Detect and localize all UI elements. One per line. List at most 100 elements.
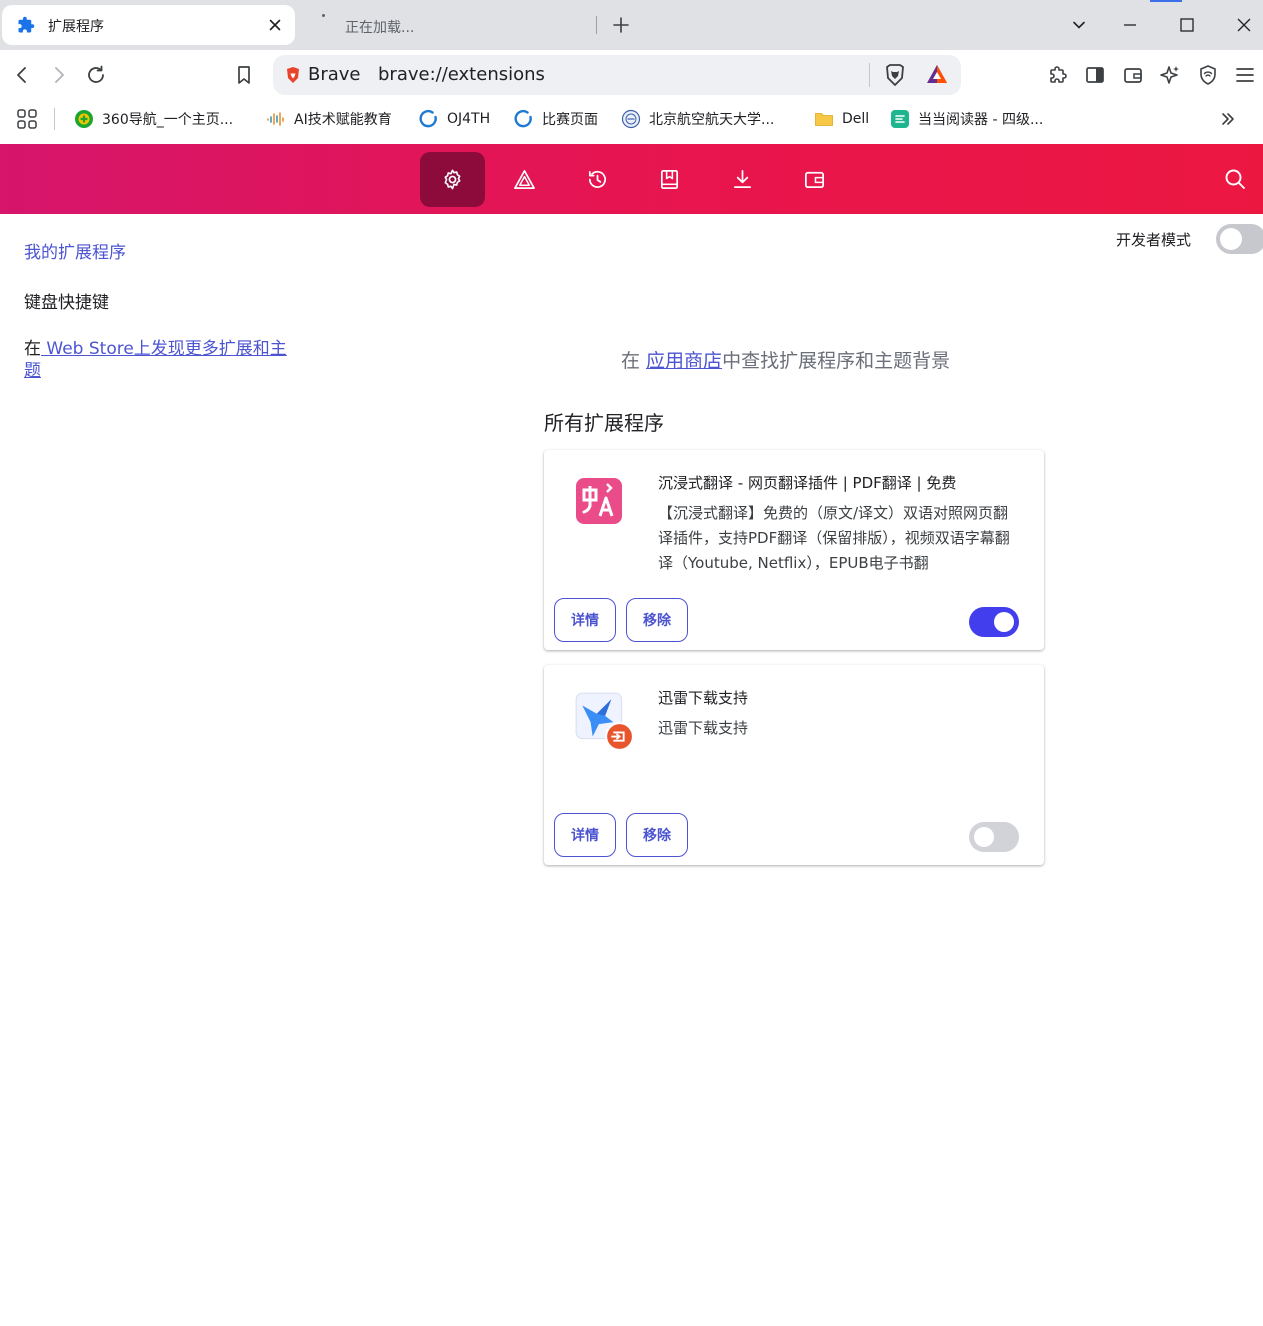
bookmarks-book-icon [660, 170, 679, 189]
details-button[interactable]: 详情 [554, 598, 616, 642]
extension-name: 沉浸式翻译 - 网页翻译插件 | PDF翻译 | 免费 [658, 474, 957, 492]
all-extensions-heading: 所有扩展程序 [544, 411, 664, 435]
forward-icon[interactable] [47, 63, 71, 87]
extension-description: 【沉浸式翻译】免费的（原文/译文）双语对照网页翻译插件，支持PDF翻译（保留排版… [658, 504, 1010, 572]
omnibox-brand: Brave [308, 64, 361, 85]
sidebar-icon[interactable] [1083, 63, 1107, 87]
download-icon [733, 170, 752, 189]
find-in-store-line: 在 应用商店中查找扩展程序和主题背景 [621, 346, 950, 373]
maximize-icon[interactable] [1177, 15, 1197, 35]
toolbar: Brave brave://extensions [0, 50, 1263, 100]
brave-page-header [0, 144, 1263, 214]
bookmark-label: 比赛页面 [542, 112, 598, 128]
puzzle-icon [18, 16, 35, 33]
bookmark-label: AI技术赋能教育 [294, 112, 392, 128]
back-icon[interactable] [10, 63, 34, 87]
audio-wave-icon [267, 112, 284, 126]
bookmark-label: OJ4TH [447, 111, 491, 127]
tab-extensions[interactable]: 扩展程序 [2, 5, 295, 45]
search-icon[interactable] [1223, 167, 1247, 191]
find-suffix: 中查找扩展程序和主题背景 [722, 350, 951, 372]
rewards-triangle-icon [514, 170, 535, 189]
nav-downloads[interactable] [710, 152, 775, 207]
wallet-icon[interactable] [1121, 63, 1145, 87]
store-prefix: 在 [24, 339, 41, 359]
tab-strip: 扩展程序 正在加载... [0, 0, 1263, 50]
remove-button[interactable]: 移除 [626, 813, 688, 857]
history-clock-icon [588, 170, 607, 188]
wallet-icon [805, 171, 824, 189]
toggle-knob [994, 612, 1014, 632]
reload-icon[interactable] [84, 63, 108, 87]
address-bar[interactable]: Brave brave://extensions [273, 55, 961, 95]
tab-title: 正在加载... [345, 20, 415, 36]
bookmark-label: 当当阅读器 - 四级... [918, 112, 1044, 128]
developer-mode-label: 开发者模式 [1116, 231, 1192, 249]
app-store-link[interactable]: 应用商店 [646, 350, 722, 372]
bookmarks-separator [54, 108, 55, 130]
bookmark-buaa[interactable]: 北京航空航天大学... [621, 106, 774, 132]
details-button[interactable]: 详情 [554, 813, 616, 857]
menu-icon[interactable] [1233, 63, 1257, 87]
new-tab-plus-icon[interactable] [610, 14, 632, 36]
extension-card-immersive-translate: 沉浸式翻译 - 网页翻译插件 | PDF翻译 | 免费 【沉浸式翻译】免费的（原… [544, 450, 1044, 650]
close-icon[interactable] [266, 16, 284, 34]
extension-card-thunder: 迅雷下载支持 迅雷下载支持 详情 移除 [544, 665, 1044, 865]
bookmark-360[interactable]: 360导航_一个主页... [74, 106, 233, 132]
apps-grid-icon[interactable] [16, 108, 38, 130]
buaa-seal-icon [621, 109, 641, 129]
extensions-puzzle-icon[interactable] [1045, 63, 1069, 87]
folder-icon [815, 113, 833, 126]
find-prefix: 在 [621, 350, 647, 372]
bookmark-dangdang[interactable]: 当当阅读器 - 四级... [890, 106, 1043, 132]
tab-search-chevron-icon[interactable] [1069, 15, 1089, 35]
tab-loading[interactable]: 正在加载... [305, 5, 595, 45]
bookmark-label: 360导航_一个主页... [102, 112, 234, 128]
sidebar-item-keyboard-shortcuts[interactable]: 键盘快捷键 [24, 288, 109, 313]
tab-separator [596, 16, 597, 34]
extension-name: 迅雷下载支持 [658, 689, 749, 707]
sidebar-web-store: 在 Web Store上发现更多扩展和主题 [24, 338, 294, 382]
minimize-icon[interactable] [1120, 15, 1140, 35]
web-store-link[interactable]: Web Store上发现更多扩展和主题 [24, 339, 287, 381]
bookmark-oj4th[interactable]: OJ4TH [419, 106, 490, 132]
360-icon [75, 110, 93, 128]
extension-description: 迅雷下载支持 [658, 719, 749, 737]
leo-ai-sparkle-icon[interactable] [1158, 63, 1182, 87]
toggle-knob [974, 827, 994, 847]
extension-enable-toggle[interactable] [969, 607, 1019, 637]
omnibox-url[interactable]: brave://extensions [378, 64, 545, 85]
chevron-double-right-icon[interactable] [1217, 108, 1239, 130]
omnibox-divider [869, 63, 870, 87]
close-window-icon[interactable] [1234, 15, 1254, 35]
sidebar-item-my-extensions[interactable]: 我的扩展程序 [24, 238, 126, 263]
c-ring-icon [514, 109, 532, 128]
developer-mode-toggle[interactable] [1216, 224, 1263, 254]
brave-shields-lion-icon[interactable] [884, 63, 906, 87]
loading-spinner-icon [322, 14, 325, 17]
extension-enable-toggle[interactable] [969, 822, 1019, 852]
brave-shield-icon [287, 67, 299, 83]
nav-history[interactable] [565, 152, 630, 207]
nav-rewards[interactable] [492, 152, 557, 207]
remove-button[interactable]: 移除 [626, 598, 688, 642]
bookmark-dell-folder[interactable]: Dell [814, 106, 869, 132]
nav-bookmarks[interactable] [637, 152, 702, 207]
nav-wallet[interactable] [782, 152, 847, 207]
bookmarks-bar: 360导航_一个主页... AI技术赋能教育 OJ4TH 比赛页面 北京航空航天… [0, 100, 1263, 144]
tab-title: 扩展程序 [48, 19, 104, 35]
bookmark-label: 北京航空航天大学... [649, 112, 775, 128]
loading-indicator [1150, 0, 1182, 2]
bookmark-ai-education[interactable]: AI技术赋能教育 [266, 106, 392, 132]
bookmark-icon[interactable] [232, 63, 256, 87]
c-ring-icon [419, 109, 437, 128]
bookmark-contest[interactable]: 比赛页面 [514, 106, 598, 132]
bookmark-label: Dell [842, 111, 870, 127]
vpn-shield-icon[interactable] [1196, 63, 1220, 87]
gear-icon [444, 169, 461, 190]
toggle-knob [1220, 228, 1242, 250]
immersive-translate-icon [576, 478, 622, 524]
dangdang-icon [891, 110, 909, 128]
brave-rewards-triangle-icon[interactable] [925, 63, 949, 85]
nav-settings[interactable] [420, 152, 485, 207]
